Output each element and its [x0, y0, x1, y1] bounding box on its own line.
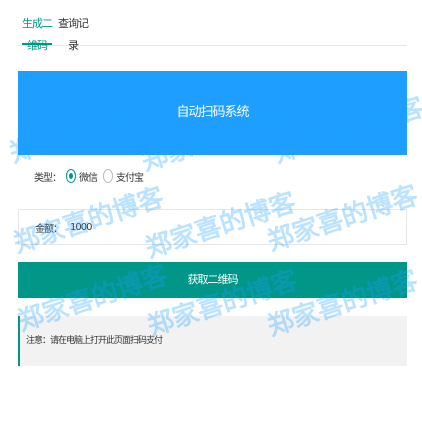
- radio-wechat-label: 微信: [79, 172, 98, 184]
- amount-label: 金额：: [35, 223, 63, 235]
- tab-query[interactable]: 查询记录: [58, 13, 89, 52]
- amount-input[interactable]: [68, 220, 272, 234]
- payment-type-group: 类型： 微信 支付宝: [34, 165, 149, 187]
- radio-wechat[interactable]: 微信: [66, 169, 98, 184]
- page: 生成二维码 查询记录 自动扫码系统 类型： 微信 支付宝 金额： 获取二维码 注…: [0, 0, 422, 422]
- tab-generate[interactable]: 生成二维码: [22, 13, 53, 52]
- payment-type-label: 类型：: [34, 172, 62, 184]
- radio-alipay-label: 支付宝: [116, 172, 144, 184]
- amount-row: 金额：: [18, 209, 407, 245]
- tab-bar: 生成二维码 查询记录: [18, 0, 407, 52]
- get-qrcode-button[interactable]: 获取二维码: [18, 262, 407, 298]
- radio-alipay[interactable]: 支付宝: [103, 169, 144, 184]
- note-box: 注意：请在电脑上打开此页面扫码支付: [18, 316, 407, 366]
- note-text: 注意：请在电脑上打开此页面扫码支付: [26, 336, 163, 346]
- radio-checked-icon: [66, 169, 76, 183]
- banner-title: 自动扫码系统: [176, 105, 249, 120]
- banner: 自动扫码系统: [18, 71, 407, 155]
- radio-unchecked-icon: [103, 169, 113, 183]
